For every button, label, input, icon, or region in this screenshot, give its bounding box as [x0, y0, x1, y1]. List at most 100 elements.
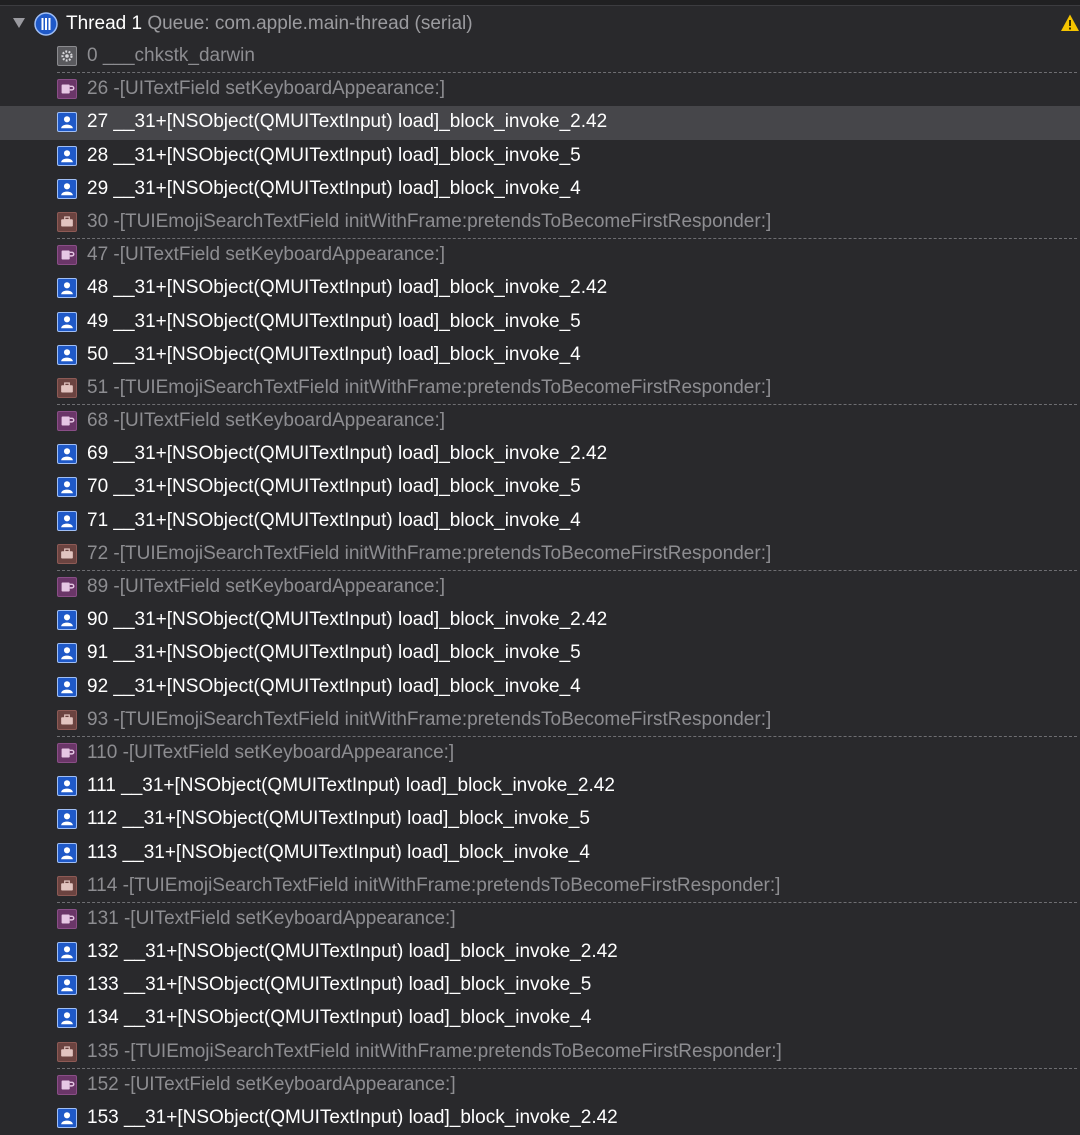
stack-frame-label: 69 __31+[NSObject(QMUITextInput) load]_b…	[87, 443, 608, 465]
stack-frame-row[interactable]: 134 __31+[NSObject(QMUITextInput) load]_…	[0, 1002, 1080, 1035]
user-frame-icon	[57, 842, 77, 863]
stack-frame-row[interactable]: 92 __31+[NSObject(QMUITextInput) load]_b…	[0, 671, 1080, 704]
stack-frame-label: 48 __31+[NSObject(QMUITextInput) load]_b…	[87, 277, 608, 299]
stack-frame-row[interactable]: 152 -[UITextField setKeyboardAppearance:…	[0, 1069, 1080, 1102]
stack-frame-label: 131 -[UITextField setKeyboardAppearance:…	[87, 907, 456, 929]
stack-frame-row[interactable]: 29 __31+[NSObject(QMUITextInput) load]_b…	[0, 173, 1080, 206]
stack-frame-row[interactable]: 153 __31+[NSObject(QMUITextInput) load]_…	[0, 1102, 1080, 1135]
user-frame-icon	[57, 477, 77, 498]
user-frame-icon	[57, 776, 77, 797]
stack-frame-label: 93 -[TUIEmojiSearchTextField initWithFra…	[87, 708, 772, 730]
mug-frame-icon	[57, 411, 77, 432]
stack-frame-row[interactable]: 135 -[TUIEmojiSearchTextField initWithFr…	[0, 1036, 1080, 1070]
user-frame-icon	[57, 344, 77, 365]
user-frame-icon	[57, 311, 77, 332]
stack-frame-row[interactable]: 49 __31+[NSObject(QMUITextInput) load]_b…	[0, 306, 1080, 339]
stack-frame-label: 91 __31+[NSObject(QMUITextInput) load]_b…	[87, 642, 581, 664]
stack-frame-row[interactable]: 72 -[TUIEmojiSearchTextField initWithFra…	[0, 538, 1080, 572]
stack-frame-label: 133 __31+[NSObject(QMUITextInput) load]_…	[87, 974, 592, 996]
stack-frame-label: 68 -[UITextField setKeyboardAppearance:]	[87, 410, 446, 432]
stack-frame-row[interactable]: 0 ___chkstk_darwin	[0, 40, 1080, 74]
briefcase-frame-icon	[57, 1041, 77, 1062]
stack-frame-label: 134 __31+[NSObject(QMUITextInput) load]_…	[87, 1007, 592, 1029]
stack-frame-label: 132 __31+[NSObject(QMUITextInput) load]_…	[87, 941, 618, 963]
stack-frame-row[interactable]: 47 -[UITextField setKeyboardAppearance:]	[0, 239, 1080, 272]
user-frame-icon	[57, 676, 77, 697]
briefcase-frame-icon	[57, 543, 77, 564]
stack-frame-row[interactable]: 114 -[TUIEmojiSearchTextField initWithFr…	[0, 870, 1080, 904]
stack-frame-label: 152 -[UITextField setKeyboardAppearance:…	[87, 1073, 456, 1095]
user-frame-icon	[57, 809, 77, 830]
stack-frame-label: 72 -[TUIEmojiSearchTextField initWithFra…	[87, 542, 772, 564]
stack-frame-row[interactable]: 51 -[TUIEmojiSearchTextField initWithFra…	[0, 372, 1080, 406]
stack-frame-row[interactable]: 48 __31+[NSObject(QMUITextInput) load]_b…	[0, 272, 1080, 305]
thread-title-text: Thread 1 Queue: com.apple.main-thread (s…	[66, 13, 473, 35]
thread-queue: Queue: com.apple.main-thread (serial)	[147, 13, 473, 34]
stack-frame-label: 29 __31+[NSObject(QMUITextInput) load]_b…	[87, 177, 581, 199]
stack-frame-label: 30 -[TUIEmojiSearchTextField initWithFra…	[87, 210, 772, 232]
stack-frame-row[interactable]: 30 -[TUIEmojiSearchTextField initWithFra…	[0, 206, 1080, 240]
stack-frame-label: 49 __31+[NSObject(QMUITextInput) load]_b…	[87, 310, 581, 332]
stack-frame-row[interactable]: 90 __31+[NSObject(QMUITextInput) load]_b…	[0, 604, 1080, 637]
stack-frame-label: 47 -[UITextField setKeyboardAppearance:]	[87, 244, 446, 266]
user-frame-icon	[57, 610, 77, 631]
stack-frame-label: 92 __31+[NSObject(QMUITextInput) load]_b…	[87, 675, 581, 697]
stack-frame-row[interactable]: 50 __31+[NSObject(QMUITextInput) load]_b…	[0, 339, 1080, 372]
warning-icon[interactable]	[1060, 13, 1080, 33]
stack-frame-row[interactable]: 28 __31+[NSObject(QMUITextInput) load]_b…	[0, 140, 1080, 173]
stack-frame-row[interactable]: 132 __31+[NSObject(QMUITextInput) load]_…	[0, 936, 1080, 969]
mug-frame-icon	[57, 742, 77, 763]
user-frame-icon	[57, 178, 77, 199]
stack-frame-row[interactable]: 131 -[UITextField setKeyboardAppearance:…	[0, 903, 1080, 936]
stack-frame-list: 0 ___chkstk_darwin 26 -[UITextField setKe…	[0, 40, 1080, 1135]
mug-frame-icon	[57, 577, 77, 597]
thread-row[interactable]: Thread 1 Queue: com.apple.main-thread (s…	[0, 6, 1080, 42]
stack-frame-row[interactable]: 111 __31+[NSObject(QMUITextInput) load]_…	[0, 770, 1080, 803]
stack-frame-row[interactable]: 89 -[UITextField setKeyboardAppearance:]	[0, 571, 1080, 604]
stack-frame-label: 112 __31+[NSObject(QMUITextInput) load]_…	[87, 808, 590, 830]
user-frame-icon	[57, 975, 77, 996]
disclosure-triangle-icon[interactable]	[13, 18, 25, 28]
stack-frame-row[interactable]: 91 __31+[NSObject(QMUITextInput) load]_b…	[0, 637, 1080, 670]
stack-frame-row[interactable]: 133 __31+[NSObject(QMUITextInput) load]_…	[0, 969, 1080, 1002]
stack-frame-row[interactable]: 70 __31+[NSObject(QMUITextInput) load]_b…	[0, 471, 1080, 504]
stack-frame-label: 113 __31+[NSObject(QMUITextInput) load]_…	[87, 841, 590, 863]
user-frame-icon	[57, 510, 77, 531]
thread-icon	[34, 12, 58, 36]
mug-frame-icon	[57, 79, 77, 100]
stack-frame-label: 0 ___chkstk_darwin	[87, 45, 255, 66]
mug-frame-icon	[57, 1074, 77, 1095]
user-frame-icon	[57, 112, 77, 133]
stack-frame-label: 26 -[UITextField setKeyboardAppearance:]	[87, 78, 446, 100]
stack-frame-label: 111 __31+[NSObject(QMUITextInput) load]_…	[87, 775, 615, 797]
stack-frame-label: 114 -[TUIEmojiSearchTextField initWithFr…	[87, 874, 781, 896]
stack-frame-label: 110 -[UITextField setKeyboardAppearance:…	[87, 741, 455, 763]
stack-frame-row[interactable]: 93 -[TUIEmojiSearchTextField initWithFra…	[0, 704, 1080, 738]
stack-frame-label: 28 __31+[NSObject(QMUITextInput) load]_b…	[87, 144, 581, 166]
stack-frame-row[interactable]: 68 -[UITextField setKeyboardAppearance:]	[0, 405, 1080, 438]
user-frame-icon	[57, 942, 77, 963]
user-frame-icon	[57, 1008, 77, 1029]
briefcase-frame-icon	[57, 377, 77, 398]
thread-name: Thread 1	[66, 13, 143, 34]
stack-frame-row[interactable]: 27 __31+[NSObject(QMUITextInput) load]_b…	[0, 106, 1080, 140]
stack-frame-row[interactable]: 71 __31+[NSObject(QMUITextInput) load]_b…	[0, 505, 1080, 538]
stack-frame-row[interactable]: 26 -[UITextField setKeyboardAppearance:]	[0, 73, 1080, 106]
user-frame-icon	[57, 278, 77, 299]
stack-frame-row[interactable]: 112 __31+[NSObject(QMUITextInput) load]_…	[0, 803, 1080, 836]
stack-frame-row[interactable]: 113 __31+[NSObject(QMUITextInput) load]_…	[0, 837, 1080, 870]
stack-frame-label: 51 -[TUIEmojiSearchTextField initWithFra…	[87, 376, 772, 398]
briefcase-frame-icon	[57, 875, 77, 896]
stack-frame-label: 27 __31+[NSObject(QMUITextInput) load]_b…	[87, 111, 608, 133]
briefcase-frame-icon	[57, 211, 77, 232]
user-frame-icon	[57, 643, 77, 664]
stack-frame-label: 90 __31+[NSObject(QMUITextInput) load]_b…	[87, 609, 608, 631]
stack-frame-label: 71 __31+[NSObject(QMUITextInput) load]_b…	[87, 509, 581, 531]
stack-frame-row[interactable]: 110 -[UITextField setKeyboardAppearance:…	[0, 737, 1080, 770]
mug-frame-icon	[57, 245, 77, 266]
stack-frame-label: 89 -[UITextField setKeyboardAppearance:]	[87, 576, 446, 597]
stack-frame-row[interactable]: 69 __31+[NSObject(QMUITextInput) load]_b…	[0, 438, 1080, 471]
user-frame-icon	[57, 1108, 77, 1128]
briefcase-frame-icon	[57, 709, 77, 730]
user-frame-icon	[57, 444, 77, 465]
